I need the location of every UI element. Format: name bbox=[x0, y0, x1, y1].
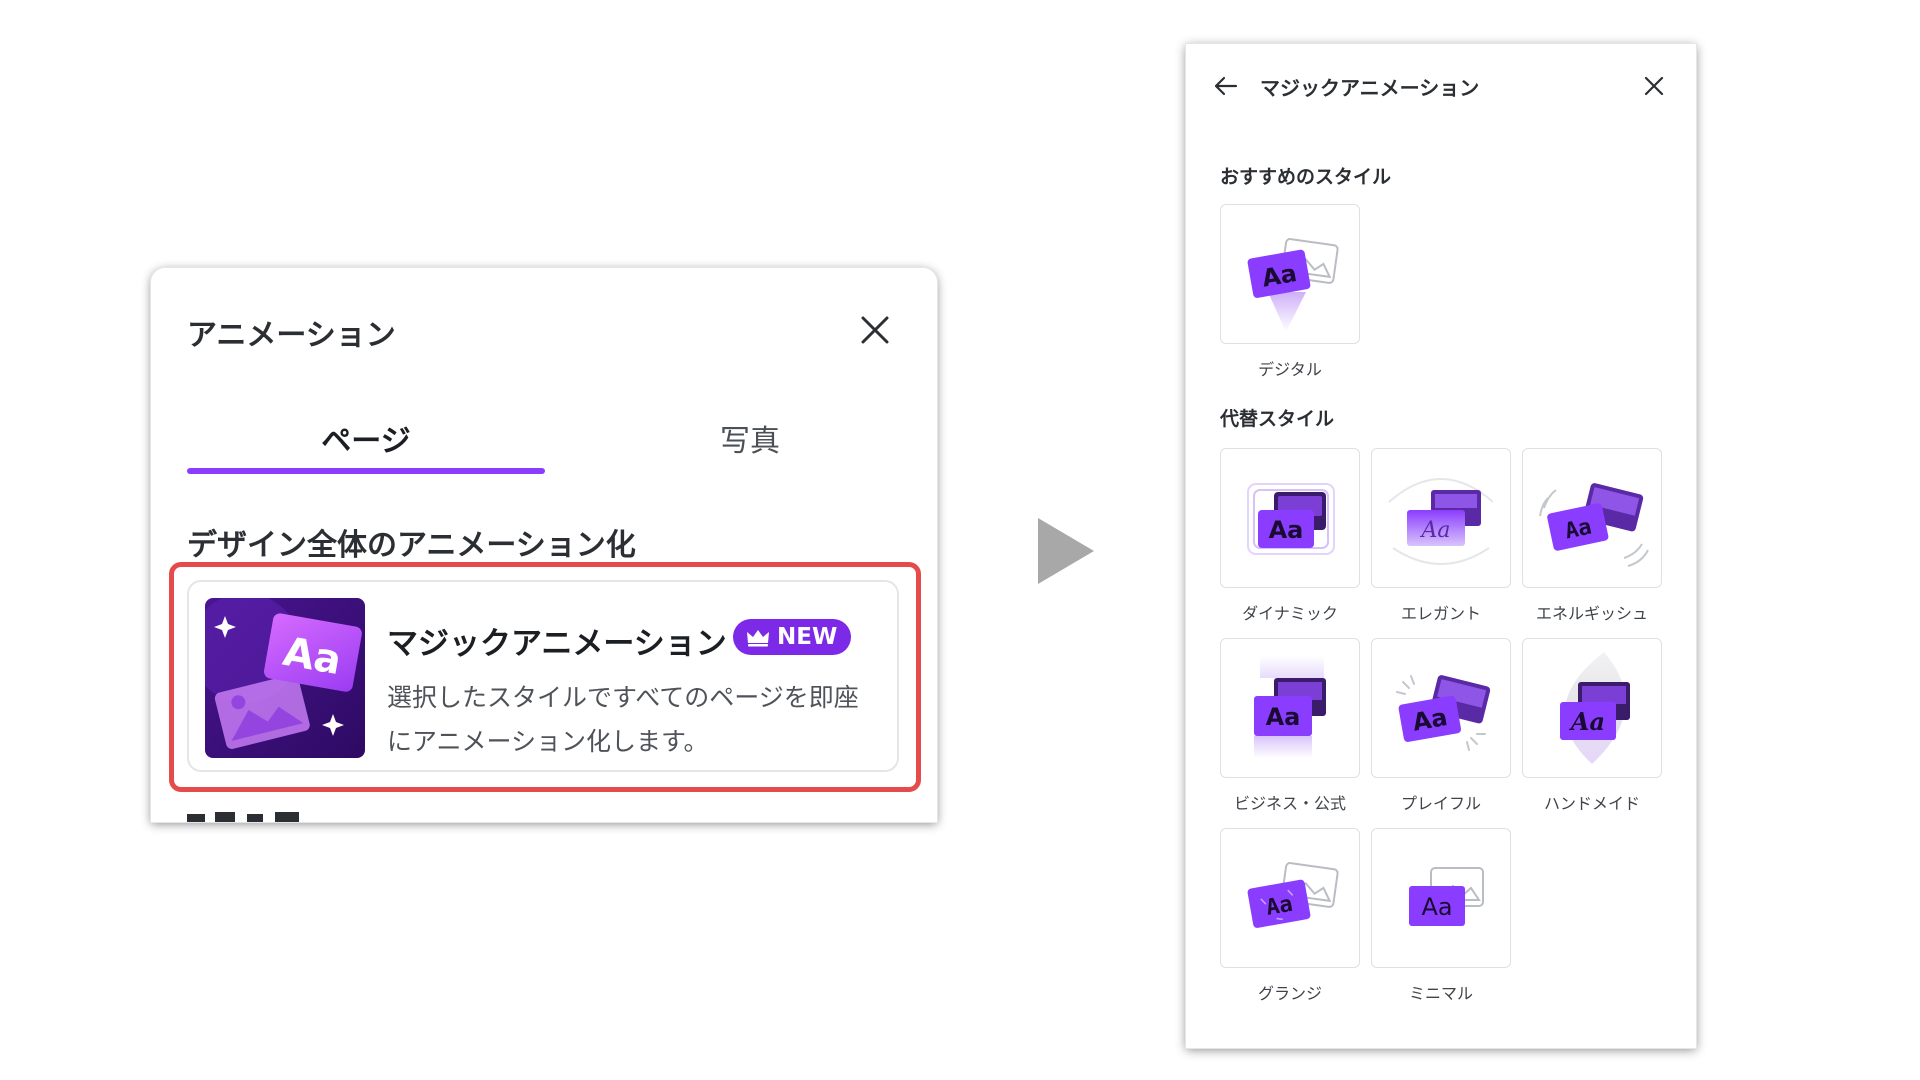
next-section-peek bbox=[187, 812, 299, 822]
close-icon[interactable] bbox=[855, 310, 895, 350]
style-label: エネルギッシュ bbox=[1535, 604, 1648, 623]
card-description-line-2: にアニメーション化します。 bbox=[387, 727, 709, 756]
svg-text:Aa: Aa bbox=[1421, 893, 1452, 921]
magic-animation-panel: マジックアニメーション おすすめのスタイル Aa デジタル 代替スタイル Aa … bbox=[1186, 44, 1696, 1048]
playful-style-icon: Aa bbox=[1396, 675, 1491, 751]
style-tile-playful[interactable]: Aa プレイフル bbox=[1371, 638, 1511, 814]
active-tab-indicator bbox=[187, 468, 545, 474]
style-preview: Aa bbox=[1522, 448, 1662, 588]
style-tile-digital[interactable]: Aa デジタル bbox=[1220, 204, 1360, 380]
svg-text:Aa: Aa bbox=[1264, 892, 1294, 921]
card-title: マジックアニメーション bbox=[387, 626, 727, 662]
style-label: ミニマル bbox=[1408, 984, 1473, 1003]
style-tile-business[interactable]: Aa ビジネス・公式 bbox=[1220, 638, 1360, 814]
energetic-style-icon: Aa bbox=[1539, 483, 1649, 567]
close-icon[interactable] bbox=[1640, 72, 1668, 100]
recommended-heading: おすすめのスタイル bbox=[1220, 166, 1392, 188]
style-preview: Aa bbox=[1371, 828, 1511, 968]
style-preview: Aa bbox=[1220, 448, 1360, 588]
handmade-style-icon: Aa bbox=[1560, 652, 1630, 764]
panel-title: マジックアニメーション bbox=[1260, 76, 1480, 100]
svg-text:Aa: Aa bbox=[1266, 703, 1301, 731]
style-tile-dynamic[interactable]: Aa ダイナミック bbox=[1220, 448, 1360, 624]
style-label: グランジ bbox=[1257, 984, 1322, 1003]
dynamic-style-icon: Aa bbox=[1247, 483, 1335, 555]
arrow-right-icon bbox=[1038, 518, 1094, 584]
style-preview: Aa bbox=[1371, 448, 1511, 588]
animation-panel: アニメーション ページ 写真 デザイン全体のアニメーション化 Aa マジックアニ… bbox=[151, 268, 937, 822]
crown-icon bbox=[747, 630, 769, 647]
style-tile-minimal[interactable]: Aa ミニマル bbox=[1371, 828, 1511, 1004]
magic-animation-card[interactable]: Aa マジックアニメーション NEW 選択したスタイルですべてのページを即座 に… bbox=[187, 580, 899, 772]
minimal-style-icon: Aa bbox=[1409, 867, 1484, 926]
digital-style-icon: Aa bbox=[1247, 238, 1339, 332]
style-tile-energetic[interactable]: Aa エネルギッシュ bbox=[1522, 448, 1662, 624]
card-description-line-1: 選択したスタイルですべてのページを即座 bbox=[387, 683, 859, 712]
back-arrow-icon[interactable] bbox=[1212, 72, 1240, 100]
style-label: デジタル bbox=[1258, 360, 1322, 379]
style-preview: Aa bbox=[1371, 638, 1511, 778]
style-label: ダイナミック bbox=[1242, 604, 1338, 623]
svg-text:Aa: Aa bbox=[1410, 703, 1449, 737]
section-title: デザイン全体のアニメーション化 bbox=[187, 528, 636, 563]
tab-photo[interactable]: 写真 bbox=[571, 416, 929, 460]
business-style-icon: Aa bbox=[1254, 656, 1326, 758]
elegant-style-icon: Aa bbox=[1388, 478, 1494, 565]
style-preview: Aa bbox=[1220, 828, 1360, 968]
style-label: ハンドメイド bbox=[1543, 794, 1640, 813]
tab-page[interactable]: ページ bbox=[187, 416, 545, 460]
grunge-style-icon: Aa bbox=[1247, 862, 1339, 928]
svg-text:Aa: Aa bbox=[1260, 259, 1299, 293]
panel-title: アニメーション bbox=[187, 318, 396, 353]
svg-text:Aa: Aa bbox=[1269, 516, 1304, 544]
style-label: ビジネス・公式 bbox=[1233, 794, 1346, 813]
style-tile-handmade[interactable]: Aa ハンドメイド bbox=[1522, 638, 1662, 814]
alternatives-heading: 代替スタイル bbox=[1220, 408, 1335, 430]
style-preview: Aa bbox=[1522, 638, 1662, 778]
style-tile-elegant[interactable]: Aa エレガント bbox=[1371, 448, 1511, 624]
magic-animation-thumbnail: Aa bbox=[205, 598, 365, 758]
svg-text:Aa: Aa bbox=[1569, 707, 1605, 736]
style-preview: Aa bbox=[1220, 204, 1360, 344]
style-tile-grunge[interactable]: Aa グランジ bbox=[1220, 828, 1360, 1004]
style-preview: Aa bbox=[1220, 638, 1360, 778]
new-badge-label: NEW bbox=[777, 624, 838, 650]
new-badge: NEW bbox=[733, 619, 852, 655]
style-label: エレガント bbox=[1400, 604, 1481, 623]
style-label: プレイフル bbox=[1400, 794, 1481, 813]
svg-text:Aa: Aa bbox=[1419, 518, 1450, 543]
